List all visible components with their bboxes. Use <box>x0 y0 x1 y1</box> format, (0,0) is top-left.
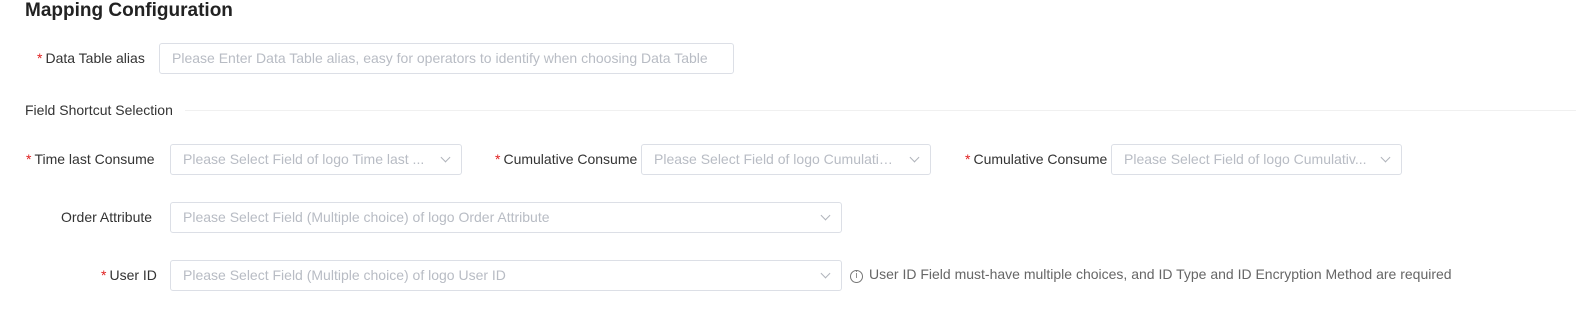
alias-label-text: Data Table alias <box>45 50 145 66</box>
time-last-consume-select[interactable]: Please Select Field of logo Time last ..… <box>170 144 462 175</box>
alias-input[interactable]: Please Enter Data Table alias, easy for … <box>159 43 734 74</box>
cumulative-consume-label-1: * Cumulative Consume <box>495 151 641 167</box>
cumulative-consume-label-text-1: Cumulative Consume <box>503 151 638 167</box>
time-last-consume-label: * Time last Consume <box>26 151 155 167</box>
user-id-label: * User ID <box>101 267 157 283</box>
page-title: Mapping Configuration <box>25 0 233 21</box>
order-attribute-label: Order Attribute <box>61 209 152 225</box>
cumulative-consume-placeholder-2: Please Select Field of logo Cumulativ... <box>1124 151 1367 167</box>
required-mark: * <box>37 50 43 66</box>
cumulative-consume-select-2[interactable]: Please Select Field of logo Cumulativ... <box>1111 144 1402 175</box>
user-id-label-text: User ID <box>109 267 157 283</box>
user-id-hint-text: User ID Field must-have multiple choices… <box>869 266 1452 282</box>
required-mark: * <box>495 151 501 167</box>
info-icon: i <box>850 270 863 283</box>
section-title: Field Shortcut Selection <box>25 102 173 118</box>
cumulative-consume-label-2: * Cumulative Consume <box>965 151 1111 167</box>
cumulative-consume-select-1[interactable]: Please Select Field of logo Cumulativ... <box>641 144 931 175</box>
alias-placeholder: Please Enter Data Table alias, easy for … <box>172 50 708 66</box>
required-mark: * <box>101 267 107 283</box>
chevron-down-icon <box>1380 152 1391 163</box>
order-attribute-select[interactable]: Please Select Field (Multiple choice) of… <box>170 202 842 233</box>
alias-label: * Data Table alias <box>37 50 145 66</box>
required-mark: * <box>965 151 971 167</box>
time-last-consume-placeholder: Please Select Field of logo Time last ..… <box>183 151 425 167</box>
order-attribute-label-text: Order Attribute <box>61 209 153 225</box>
chevron-down-icon <box>909 152 920 163</box>
chevron-down-icon <box>820 210 831 221</box>
user-id-placeholder: Please Select Field (Multiple choice) of… <box>183 267 506 283</box>
cumulative-consume-label-text-2: Cumulative Consume <box>973 151 1108 167</box>
section-divider <box>185 110 1576 111</box>
order-attribute-placeholder: Please Select Field (Multiple choice) of… <box>183 209 550 225</box>
cumulative-consume-placeholder-1: Please Select Field of logo Cumulativ... <box>654 151 896 167</box>
required-mark: * <box>26 151 32 167</box>
time-last-consume-label-text: Time last Consume <box>34 151 155 167</box>
user-id-select[interactable]: Please Select Field (Multiple choice) of… <box>170 260 842 291</box>
user-id-hint: i User ID Field must-have multiple choice… <box>850 266 1452 283</box>
chevron-down-icon <box>440 152 451 163</box>
chevron-down-icon <box>820 268 831 279</box>
